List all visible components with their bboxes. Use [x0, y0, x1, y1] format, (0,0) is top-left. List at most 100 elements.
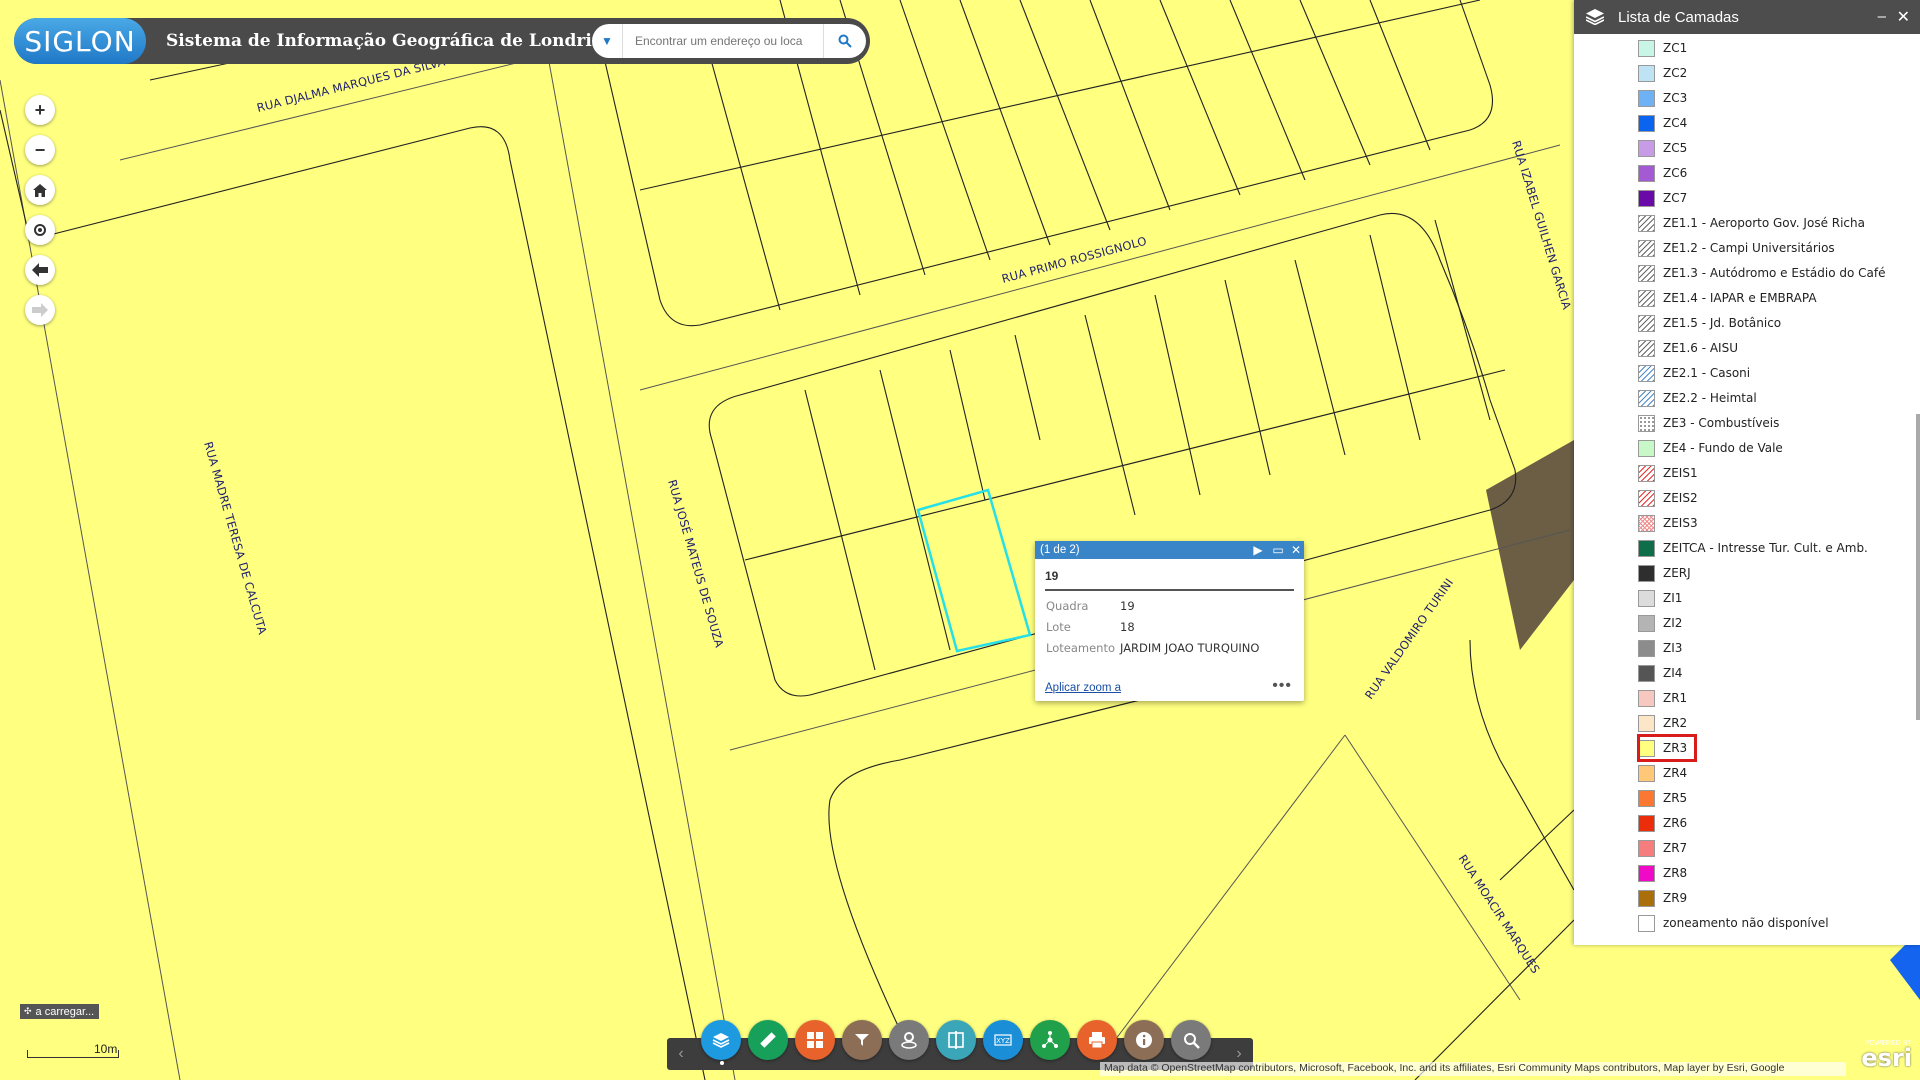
- filter-icon: [855, 1034, 869, 1046]
- toolbar-prev-button[interactable]: ‹: [671, 1043, 691, 1065]
- more-actions-icon[interactable]: •••: [1272, 677, 1292, 695]
- query-button[interactable]: [1171, 1020, 1211, 1060]
- legend-item: ZR8: [1638, 863, 1687, 883]
- legend-label: ZE1.3 - Autódromo e Estádio do Café: [1663, 266, 1886, 280]
- print-button[interactable]: [1077, 1020, 1117, 1060]
- legend-label: ZE1.1 - Aeroporto Gov. José Richa: [1663, 216, 1865, 230]
- legend-item: ZC5: [1638, 138, 1687, 158]
- zoom-to-link[interactable]: Aplicar zoom a: [1045, 682, 1121, 694]
- legend-swatch: [1638, 289, 1655, 307]
- home-button[interactable]: [25, 175, 55, 205]
- scale-label: 10m: [94, 1042, 118, 1056]
- legend-swatch: [1638, 189, 1655, 207]
- legend-label: ZC2: [1663, 66, 1688, 80]
- info-icon: [1136, 1032, 1152, 1048]
- layers-button[interactable]: [701, 1020, 741, 1060]
- chevron-right-icon: ›: [1236, 1045, 1242, 1062]
- search-button[interactable]: [823, 24, 866, 58]
- legend-item: ZE1.5 - Jd. Botânico: [1638, 313, 1781, 333]
- legend-swatch: [1638, 714, 1655, 732]
- popup-divider: [1045, 589, 1294, 591]
- next-extent-button[interactable]: [25, 295, 55, 325]
- siglon-logo[interactable]: SIGLON: [14, 18, 146, 64]
- legend-item: ZE1.1 - Aeroporto Gov. José Richa: [1638, 213, 1865, 233]
- legend-swatch: [1638, 89, 1655, 107]
- locate-button[interactable]: [25, 215, 55, 245]
- legend-label: ZE1.6 - AISU: [1663, 341, 1738, 355]
- legend-item: ZE1.4 - IAPAR e EMBRAPA: [1638, 288, 1817, 308]
- popup-field: Lote 18: [1046, 620, 1135, 634]
- svg-text:XYZ: XYZ: [996, 1037, 1010, 1045]
- page-indicator-dot: [720, 1061, 724, 1065]
- legend-label: ZI4: [1663, 666, 1683, 680]
- legend-swatch: [1638, 264, 1655, 282]
- search-box: ▼: [592, 24, 866, 58]
- legend-item: ZR9: [1638, 888, 1687, 908]
- search-input[interactable]: [633, 33, 813, 49]
- caret-down-icon: ▼: [601, 34, 613, 48]
- zr3-highlight-box: [1637, 734, 1697, 762]
- legend-item: ZI4: [1638, 663, 1682, 683]
- legend-swatch: [1638, 464, 1655, 482]
- field-key: Loteamento: [1046, 641, 1115, 655]
- legend-swatch: [1638, 239, 1655, 257]
- legend-swatch: [1638, 539, 1655, 557]
- legend-item: ZR5: [1638, 788, 1687, 808]
- legend-item: ZEIS1: [1638, 463, 1698, 483]
- legend-swatch: [1638, 39, 1655, 57]
- legend-swatch: [1638, 139, 1655, 157]
- legend-swatch: [1638, 114, 1655, 132]
- legend-item: ZERJ: [1638, 563, 1691, 583]
- legend-item: ZR6: [1638, 813, 1687, 833]
- plus-icon: +: [34, 99, 46, 120]
- popup-counter: (1 de 2): [1040, 544, 1080, 556]
- zoom-in-button[interactable]: +: [25, 95, 55, 125]
- legend-item: ZEIS2: [1638, 488, 1698, 508]
- compare-button[interactable]: [936, 1020, 976, 1060]
- next-feature-icon[interactable]: ▶: [1250, 541, 1266, 559]
- legend-label: ZI1: [1663, 591, 1683, 605]
- legend-label: ZEIS3: [1663, 516, 1698, 530]
- legend-item: ZE4 - Fundo de Vale: [1638, 438, 1783, 458]
- measure-button[interactable]: [748, 1020, 788, 1060]
- close-icon[interactable]: ✕: [1288, 541, 1304, 559]
- legend-swatch: [1638, 439, 1655, 457]
- legend-label: ZR9: [1663, 891, 1688, 905]
- legend-item: ZR2: [1638, 713, 1687, 733]
- close-icon[interactable]: ✕: [1897, 7, 1910, 27]
- spinner-icon: ✣: [24, 1006, 32, 1016]
- filter-button[interactable]: [842, 1020, 882, 1060]
- legend-swatch: [1638, 889, 1655, 907]
- field-value: JARDIM JOAO TURQUINO: [1120, 641, 1260, 655]
- pin-icon: [901, 1032, 917, 1049]
- maximize-icon[interactable]: ▭: [1270, 541, 1286, 559]
- location-button[interactable]: [889, 1020, 929, 1060]
- legend-swatch: [1638, 364, 1655, 382]
- share-button[interactable]: [1030, 1020, 1070, 1060]
- legend-swatch: [1638, 64, 1655, 82]
- legend-item: ZC4: [1638, 113, 1687, 133]
- zoom-out-button[interactable]: −: [25, 135, 55, 165]
- legend-item: ZE1.2 - Campi Universitários: [1638, 238, 1835, 258]
- legend-swatch: [1638, 564, 1655, 582]
- legend-label: zoneamento não disponível: [1663, 916, 1829, 930]
- popup-title: 19: [1045, 569, 1059, 583]
- legend-swatch: [1638, 414, 1655, 432]
- minimize-icon[interactable]: –: [1878, 8, 1886, 25]
- basemap-button[interactable]: [795, 1020, 835, 1060]
- legend-label: ZR7: [1663, 841, 1688, 855]
- previous-extent-button[interactable]: [25, 255, 55, 285]
- coordinates-button[interactable]: XYZ: [983, 1020, 1023, 1060]
- about-button[interactable]: [1124, 1020, 1164, 1060]
- legend-swatch: [1638, 839, 1655, 857]
- printer-icon: [1089, 1032, 1105, 1049]
- legend-label: ZC7: [1663, 191, 1688, 205]
- legend-label: ZE2.1 - Casoni: [1663, 366, 1751, 380]
- scrollbar[interactable]: [1916, 414, 1920, 720]
- field-value: 18: [1120, 620, 1135, 634]
- app-title: Sistema de Informação Geográfica de Lond…: [166, 31, 616, 51]
- legend-item: ZR4: [1638, 763, 1687, 783]
- arrow-left-icon: [32, 263, 48, 277]
- legend-item: ZEITCA - Intresse Tur. Cult. e Amb.: [1638, 538, 1868, 558]
- search-source-dropdown[interactable]: ▼: [592, 24, 623, 58]
